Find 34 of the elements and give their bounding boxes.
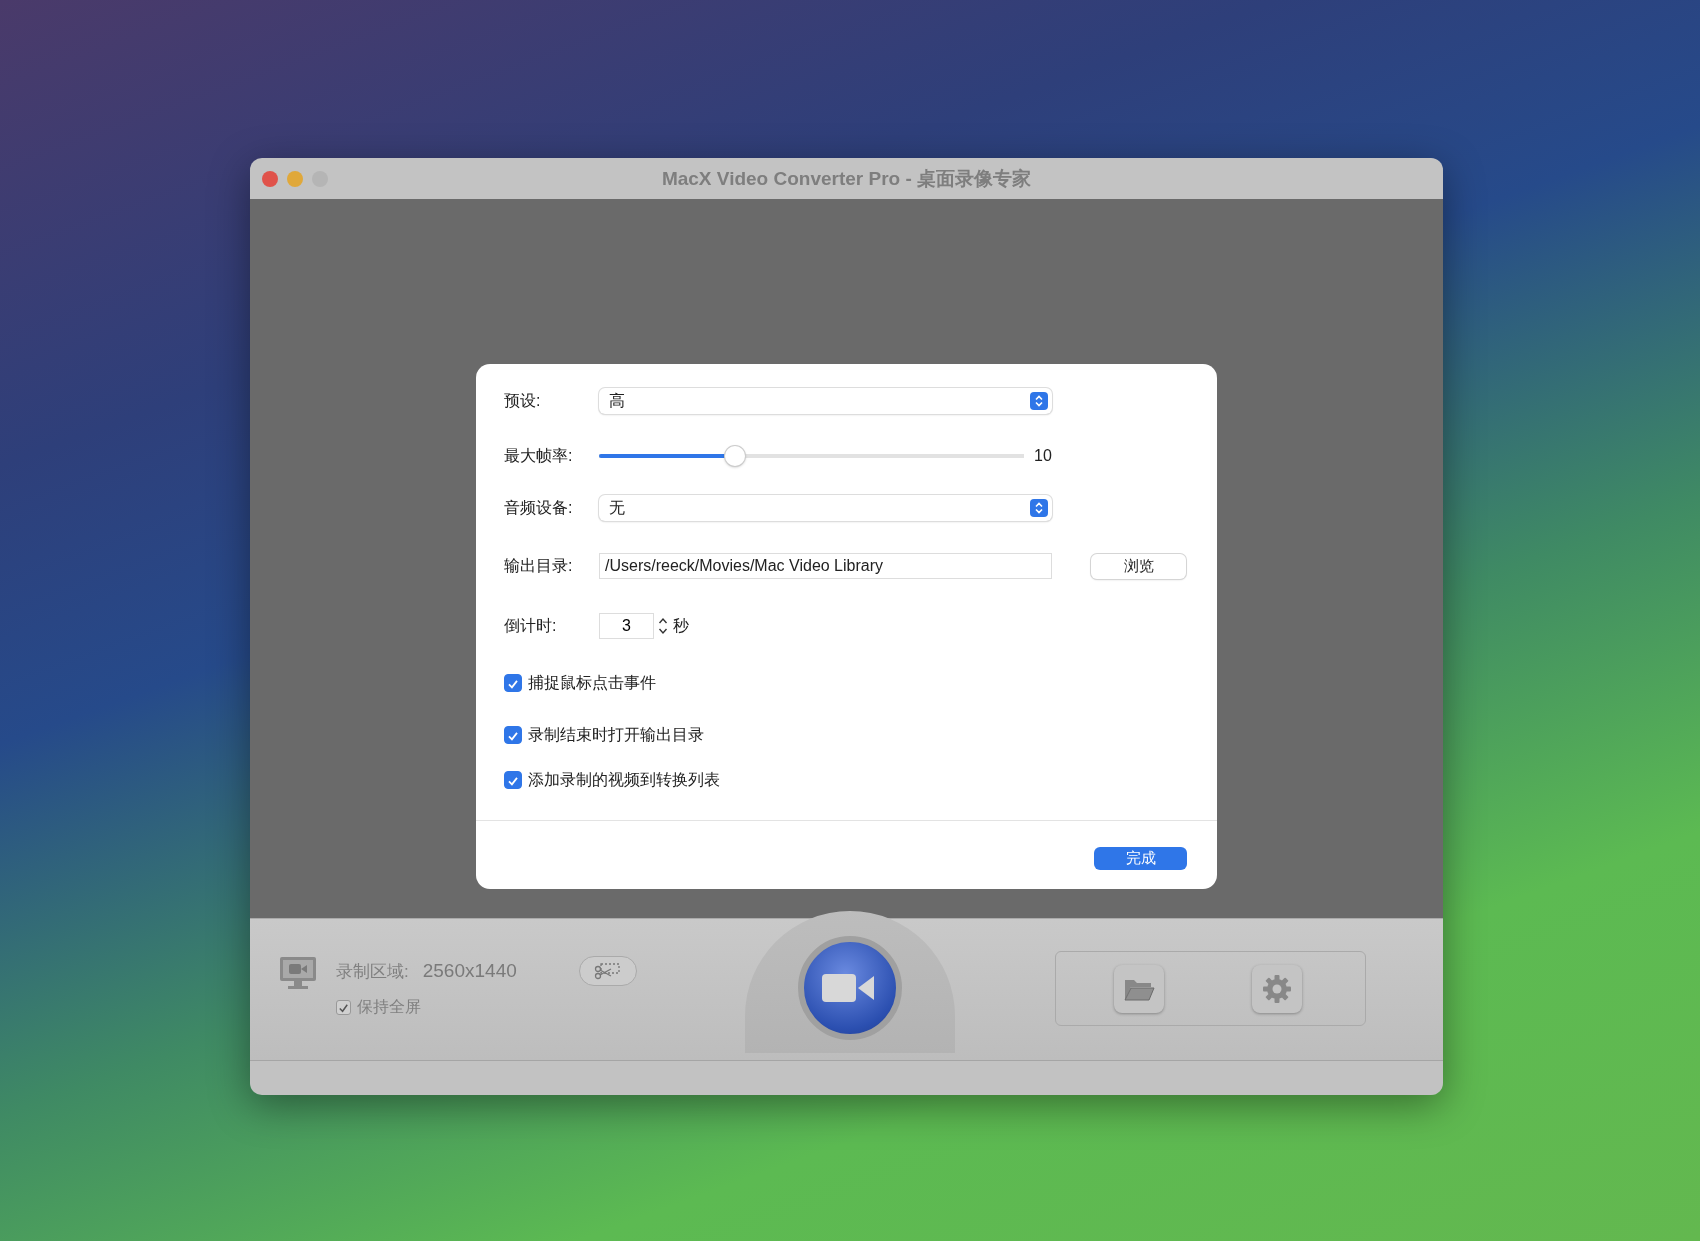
browse-button[interactable]: 浏览 <box>1091 553 1186 579</box>
gear-icon <box>1261 972 1293 1005</box>
field-label: 预设: <box>504 390 542 411</box>
folder-button[interactable] <box>1114 964 1164 1013</box>
field-label: 输出目录: <box>504 555 574 576</box>
slider-thumb[interactable] <box>725 446 745 466</box>
preset-dropdown[interactable]: 高 <box>599 388 1052 414</box>
area-label: 录制区域: <box>336 960 409 983</box>
chevron-updown-icon <box>1030 392 1048 410</box>
checkbox-label: 录制结束时打开输出目录 <box>528 724 704 745</box>
slider-value: 10 <box>1034 447 1052 465</box>
field-label: 最大帧率: <box>504 445 574 466</box>
output-path-field[interactable]: /Users/reeck/Movies/Mac Video Library <box>599 553 1052 579</box>
field-label: 倒计时: <box>504 615 558 636</box>
checkbox[interactable] <box>504 771 522 789</box>
checkbox-label: 捕捉鼠标点击事件 <box>528 672 656 693</box>
field-label: 音频设备: <box>504 497 574 518</box>
countdown-field[interactable]: 3 <box>599 613 654 639</box>
done-button[interactable]: 完成 <box>1094 846 1187 870</box>
checkbox[interactable] <box>336 1000 351 1015</box>
area-value: 2560x1440 <box>422 960 517 982</box>
monitor-camera-icon <box>278 955 318 991</box>
close-button[interactable] <box>262 170 278 187</box>
checkbox[interactable] <box>504 674 522 692</box>
window-title: MacX Video Converter Pro - 桌面录像专家 <box>660 166 1033 191</box>
checkbox[interactable] <box>504 726 522 744</box>
checkmark-icon <box>337 1001 350 1015</box>
checkbox-label: 保持全屏 <box>357 997 421 1017</box>
audio-device-dropdown[interactable]: 无 <box>599 495 1052 521</box>
unit-label: 秒 <box>673 615 689 636</box>
chevron-updown-icon <box>1030 499 1048 517</box>
checkbox-label: 添加录制的视频到转换列表 <box>528 769 720 790</box>
crop-button[interactable] <box>578 956 637 986</box>
scissors-icon <box>592 962 623 980</box>
